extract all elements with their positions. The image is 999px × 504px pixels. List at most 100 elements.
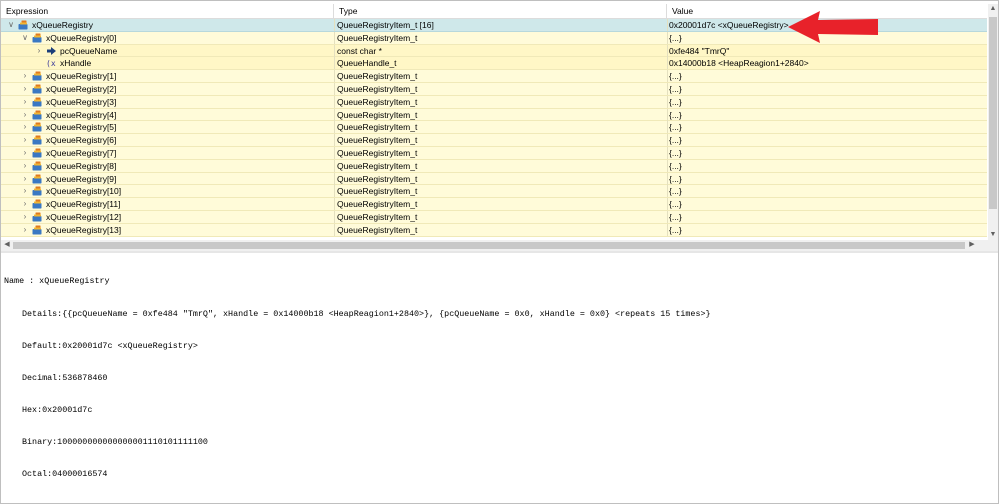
chevron-right-icon[interactable]: › <box>21 186 29 196</box>
chevron-right-icon[interactable]: › <box>21 148 29 158</box>
type-cell: QueueRegistryItem_t <box>337 148 418 158</box>
expression-label: xQueueRegistry[10] <box>46 186 122 197</box>
value-cell[interactable]: {...} <box>669 211 987 223</box>
expression-label: xQueueRegistry[8] <box>46 160 117 171</box>
chevron-right-icon[interactable]: › <box>21 174 29 184</box>
column-separator <box>334 198 335 211</box>
details-pane[interactable]: Name : xQueueRegistry Details:{{pcQueueN… <box>4 255 994 501</box>
struct-variable-icon <box>32 84 43 94</box>
tree-row[interactable]: › xQueueRegistry[2] QueueRegistryItem_t {..… <box>1 83 987 96</box>
struct-variable-icon <box>32 33 43 43</box>
tree-row[interactable]: › xQueueRegistry[9] QueueRegistryItem_t {..… <box>1 172 987 186</box>
expression-cell: (x)xHandle <box>1 57 333 69</box>
pane-divider[interactable] <box>1 251 998 253</box>
value-cell[interactable]: {...} <box>669 109 987 121</box>
horizontal-scrollbar[interactable]: ◀ ▶ <box>1 240 988 251</box>
tree-row[interactable]: › xQueueRegistry[7] QueueRegistryItem_t {..… <box>1 147 987 160</box>
expression-label: xQueueRegistry[12] <box>46 212 122 222</box>
expression-cell: › xQueueRegistry[11] <box>1 198 333 210</box>
horizontal-scroll-thumb[interactable] <box>13 242 965 249</box>
type-cell: QueueRegistryItem_t <box>337 84 418 94</box>
column-separator <box>667 108 668 121</box>
value-cell[interactable]: 0x14000b18 <HeapReagion1+2840> <box>669 57 987 69</box>
chevron-right-icon[interactable]: › <box>21 135 29 145</box>
value-cell[interactable]: {...} <box>669 173 987 185</box>
column-separator <box>334 95 335 108</box>
value-cell[interactable]: {...} <box>669 147 987 159</box>
svg-text:(x): (x) <box>46 59 57 68</box>
expression-cell: › xQueueRegistry[8] <box>1 160 333 172</box>
struct-variable-icon <box>32 135 43 145</box>
struct-variable-icon <box>32 199 43 209</box>
tree-row[interactable]: › xQueueRegistry[6] QueueRegistryItem_t {..… <box>1 134 987 147</box>
value-cell[interactable]: {...} <box>669 160 987 172</box>
expression-label: xQueueRegistry[11] <box>46 199 121 210</box>
tree-row[interactable]: › xQueueRegistry[8] QueueRegistryItem_t {..… <box>1 159 987 173</box>
column-separator <box>334 70 335 83</box>
value-cell[interactable]: {...} <box>669 83 987 95</box>
column-separator <box>334 185 335 198</box>
struct-variable-icon <box>32 110 43 120</box>
chevron-right-icon[interactable]: › <box>21 110 29 120</box>
chevron-right-icon[interactable]: › <box>35 46 43 56</box>
chevron-right-icon[interactable]: › <box>21 122 29 132</box>
column-header-expression[interactable]: Expression <box>1 4 334 18</box>
chevron-down-icon[interactable]: ∨ <box>21 33 29 43</box>
scroll-down-icon[interactable]: ▼ <box>988 230 998 240</box>
tree-row[interactable]: › pcQueueName const char * 0xfe484 "TmrQ" <box>1 44 987 58</box>
details-hex: Hex:0x20001d7c <box>22 404 93 415</box>
tree-row[interactable]: › xQueueRegistry[13] QueueRegistryItem_t {.… <box>1 223 987 237</box>
chevron-right-icon[interactable]: › <box>21 71 29 81</box>
expression-label: xQueueRegistry[6] <box>46 135 117 146</box>
column-header-type[interactable]: Type <box>334 4 667 18</box>
tree-row[interactable]: › xQueueRegistry[3] QueueRegistryItem_t {..… <box>1 95 987 109</box>
struct-variable-icon <box>32 186 43 196</box>
struct-variable-icon <box>32 174 43 184</box>
value-cell[interactable]: {...} <box>669 70 987 82</box>
scroll-left-icon[interactable]: ◀ <box>2 240 12 250</box>
vertical-scroll-thumb[interactable] <box>989 17 997 209</box>
value-cell[interactable]: {...} <box>669 134 987 146</box>
chevron-right-icon[interactable]: › <box>21 84 29 94</box>
tree-row[interactable]: › xQueueRegistry[12] QueueRegistryItem_t {.… <box>1 211 987 224</box>
column-separator <box>667 31 668 44</box>
scroll-up-icon[interactable]: ▲ <box>988 4 998 14</box>
value-cell[interactable]: 0xfe484 "TmrQ" <box>669 45 987 57</box>
value-cell[interactable]: {...} <box>669 198 987 210</box>
expression-cell: › xQueueRegistry[4] <box>1 109 333 121</box>
vertical-scrollbar[interactable]: ▲ ▼ <box>988 4 998 240</box>
struct-variable-icon <box>32 97 43 107</box>
chevron-right-icon[interactable]: › <box>21 199 29 209</box>
expression-label: xQueueRegistry[7] <box>46 148 117 158</box>
chevron-right-icon[interactable]: › <box>21 212 29 222</box>
value-cell[interactable]: {...} <box>669 224 987 236</box>
tree-row[interactable]: › xQueueRegistry[10] QueueRegistryItem_t {.… <box>1 185 987 199</box>
type-cell: QueueRegistryItem_t <box>337 109 418 120</box>
chevron-right-icon[interactable]: › <box>21 97 29 107</box>
tree-row[interactable]: › xQueueRegistry[5] QueueRegistryItem_t {..… <box>1 121 987 135</box>
scrollbar-corner <box>988 240 998 251</box>
chevron-right-icon[interactable]: › <box>21 225 29 235</box>
tree-row[interactable]: › xQueueRegistry[4] QueueRegistryItem_t {..… <box>1 108 987 122</box>
value-cell[interactable]: {...} <box>669 121 987 133</box>
expression-cell: ∨ xQueueRegistry[0] <box>1 32 333 44</box>
column-separator <box>334 172 335 185</box>
tree-row[interactable]: (x)xHandle QueueHandle_t 0x14000b18 <HeapR… <box>1 57 987 71</box>
scroll-right-icon[interactable]: ▶ <box>967 240 977 250</box>
type-cell: QueueRegistryItem_t <box>337 135 418 146</box>
column-separator <box>667 211 668 223</box>
tree-row[interactable]: › xQueueRegistry[11] QueueRegistryItem_t {.… <box>1 198 987 211</box>
chevron-right-icon[interactable]: › <box>21 161 29 171</box>
value-cell[interactable]: {...} <box>669 96 987 108</box>
expression-cell: › xQueueRegistry[5] <box>1 121 333 133</box>
expression-label: xHandle <box>60 58 92 69</box>
expression-label: xQueueRegistry[2] <box>46 84 117 94</box>
column-separator <box>334 211 335 223</box>
type-cell: QueueRegistryItem_t <box>337 212 418 222</box>
chevron-down-icon[interactable]: ∨ <box>7 20 15 30</box>
array-variable-icon <box>18 20 29 30</box>
expression-label: xQueueRegistry[9] <box>46 173 117 184</box>
value-cell[interactable]: {...} <box>669 185 987 197</box>
column-separator <box>667 147 668 159</box>
tree-row[interactable]: › xQueueRegistry[1] QueueRegistryItem_t {..… <box>1 70 987 83</box>
